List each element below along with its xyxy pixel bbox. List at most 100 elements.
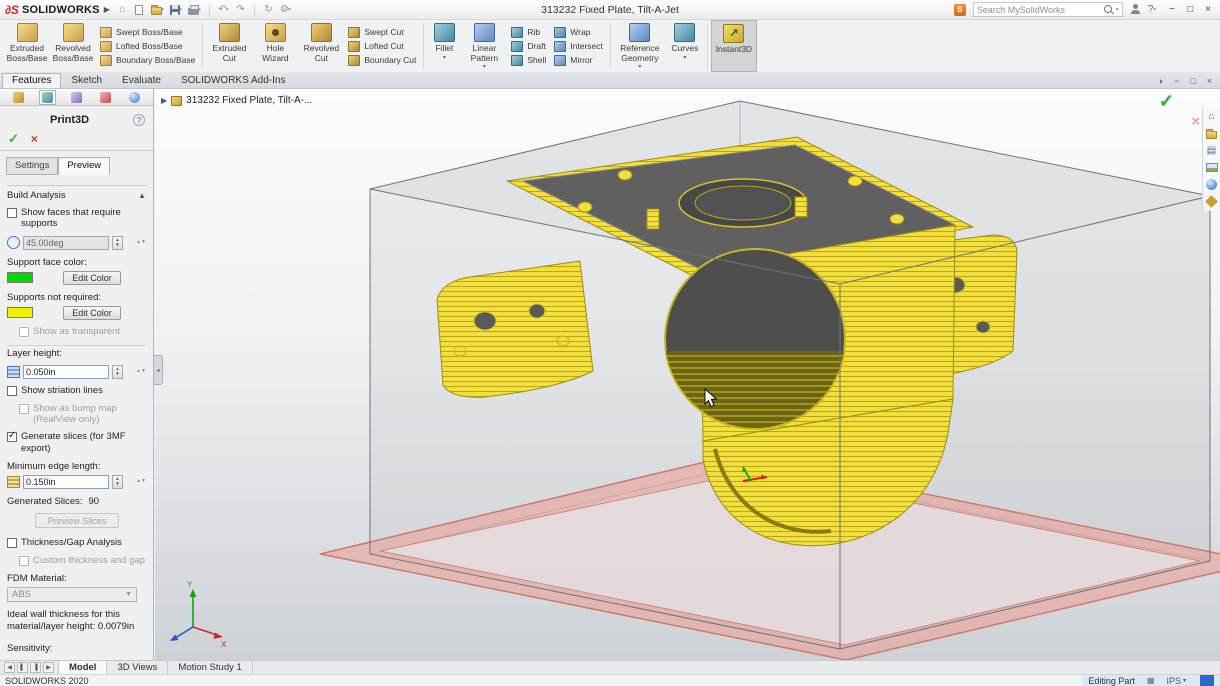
extruded-cut-button[interactable]: Extruded Cut — [206, 20, 252, 72]
print-button[interactable]: ▾ — [186, 2, 203, 18]
custom-thickness-row[interactable]: Custom thickness and gap — [19, 555, 146, 566]
maximize-button[interactable]: □ — [1187, 4, 1193, 15]
breadcrumb[interactable]: ▶ 313232 Fixed Plate, Tilt-A-... — [161, 95, 312, 106]
preview-slices-button[interactable]: Preview Slices — [35, 513, 119, 528]
document-maximize-button[interactable]: □ — [1190, 76, 1195, 86]
revolved-boss-button[interactable]: Revolved Boss/Base — [50, 20, 96, 72]
property-manager-tab[interactable] — [39, 90, 56, 105]
support-angle-spinner[interactable]: ▲▼ — [112, 236, 123, 250]
preview-tab[interactable]: Preview — [58, 157, 110, 175]
layer-height-input[interactable] — [23, 365, 109, 379]
confirmation-cancel-icon[interactable]: × — [1191, 113, 1200, 130]
reference-geometry-button[interactable]: Reference Geometry ▾ — [614, 20, 666, 72]
search-input[interactable]: Search MySolidWorks ▾ — [973, 2, 1123, 17]
wrap-button[interactable]: Wrap — [554, 27, 603, 38]
boundary-cut-button[interactable]: Boundary Cut — [348, 55, 416, 66]
edit-no-support-color-button[interactable]: Edit Color — [63, 306, 121, 320]
tab-motion-study[interactable]: Motion Study 1 — [168, 661, 252, 674]
user-account-icon[interactable] — [1130, 4, 1141, 15]
fdm-material-select[interactable]: ABS ▼ — [7, 587, 137, 602]
edit-support-color-button[interactable]: Edit Color — [63, 271, 121, 285]
open-button[interactable]: ▾ — [149, 2, 166, 18]
configuration-manager-tab[interactable] — [68, 90, 85, 105]
min-edge-stepper-icon[interactable]: ▲▼ — [136, 479, 146, 485]
swept-cut-button[interactable]: Swept Cut — [348, 27, 416, 38]
settings-tab[interactable]: Settings — [6, 157, 58, 175]
draft-button[interactable]: Draft — [511, 41, 546, 52]
solidworks-logo[interactable]: ∂S SOLIDWORKS ▶ — [5, 4, 110, 16]
generate-slices-checkbox[interactable] — [7, 432, 17, 442]
tab-sketch[interactable]: Sketch — [61, 73, 112, 88]
custom-properties-icon[interactable] — [1205, 195, 1218, 208]
split-right-icon[interactable]: ▐ — [30, 662, 41, 673]
support-angle-input[interactable] — [23, 236, 109, 250]
show-transparent-row[interactable]: Show as transparent — [19, 326, 146, 337]
design-library-icon[interactable] — [1206, 131, 1217, 139]
fillet-button[interactable]: Fillet ▾ — [427, 20, 461, 72]
dimxpert-manager-tab[interactable] — [97, 90, 114, 105]
help-button[interactable]: ?▾ — [1148, 4, 1157, 15]
options-button[interactable]: ⚙▾ — [278, 2, 293, 18]
close-button[interactable]: × — [1205, 4, 1211, 15]
panel-splitter-handle[interactable]: ◂ — [154, 355, 163, 385]
tab-evaluate[interactable]: Evaluate — [112, 73, 171, 88]
lofted-boss-button[interactable]: Lofted Boss/Base — [100, 41, 195, 52]
shell-button[interactable]: Shell — [511, 55, 546, 66]
bump-map-checkbox[interactable] — [19, 404, 29, 414]
document-minimize-button[interactable]: − — [1174, 76, 1179, 86]
min-edge-spinner[interactable]: ▲▼ — [112, 475, 123, 489]
status-corner-accent[interactable] — [1200, 675, 1214, 686]
new-document-button[interactable] — [132, 2, 147, 18]
undo-button[interactable]: ↶▾ — [216, 2, 231, 18]
extruded-boss-button[interactable]: Extruded Boss/Base — [4, 20, 50, 72]
search-caret-icon[interactable]: ▾ — [1116, 6, 1119, 13]
hole-wizard-button[interactable]: Hole Wizard — [252, 20, 298, 72]
collapse-caret-icon[interactable]: ▲ — [138, 191, 146, 200]
cancel-button[interactable]: × — [31, 133, 38, 145]
document-restore-icon[interactable]: ◑ — [1158, 76, 1163, 86]
linear-pattern-button[interactable]: Linear Pattern ▾ — [461, 20, 507, 72]
curves-button[interactable]: Curves ▾ — [666, 20, 704, 72]
document-close-button[interactable]: × — [1207, 76, 1212, 86]
tab-solidworks-addins[interactable]: SOLIDWORKS Add-Ins — [171, 73, 295, 88]
mysolidworks-icon[interactable] — [954, 4, 966, 16]
search-icon[interactable] — [1104, 5, 1114, 15]
save-button[interactable]: ▾ — [168, 2, 184, 18]
layer-height-stepper-icon[interactable]: ▲▼ — [136, 369, 146, 375]
panel-help-icon[interactable]: ? — [133, 114, 145, 126]
graphics-viewport[interactable]: Y X ▶ 313232 Fixed Plate, Tilt-A-... ↶ ▾… — [155, 89, 1220, 660]
support-angle-stepper-icon[interactable]: ▲▼ — [136, 240, 146, 246]
view-palette-icon[interactable] — [1206, 163, 1218, 172]
revolved-cut-button[interactable]: Revolved Cut — [298, 20, 344, 72]
solidworks-resources-icon[interactable]: ⌂ — [1208, 112, 1214, 122]
confirmation-ok-icon[interactable]: ✓ — [1159, 91, 1174, 112]
status-grid-icon[interactable]: ▦ — [1147, 676, 1155, 685]
appearances-scenes-icon[interactable] — [1206, 179, 1217, 190]
minimize-button[interactable]: − — [1169, 4, 1175, 15]
file-explorer-icon[interactable]: ▤ — [1207, 146, 1216, 156]
show-faces-checkbox-row[interactable]: Show faces that require supports — [7, 207, 146, 230]
generate-slices-row[interactable]: Generate slices (for 3MF export) — [7, 431, 146, 454]
ok-button[interactable]: ✓ — [8, 132, 19, 145]
min-edge-input[interactable] — [23, 475, 109, 489]
boundary-boss-button[interactable]: Boundary Boss/Base — [100, 55, 195, 66]
thickness-gap-checkbox[interactable] — [7, 538, 17, 548]
custom-thickness-checkbox[interactable] — [19, 556, 29, 566]
lofted-cut-button[interactable]: Lofted Cut — [348, 41, 416, 52]
rib-button[interactable]: Rib — [511, 27, 546, 38]
thickness-gap-row[interactable]: Thickness/Gap Analysis — [7, 537, 146, 548]
breadcrumb-caret-icon[interactable]: ▶ — [161, 96, 167, 105]
show-faces-checkbox[interactable] — [7, 208, 17, 218]
tab-model[interactable]: Model — [59, 661, 107, 674]
bump-map-row[interactable]: Show as bump map (RealView only) — [19, 403, 146, 426]
scroll-first-icon[interactable]: ◀ — [4, 662, 15, 673]
redo-button[interactable]: ↷ — [233, 2, 248, 18]
layer-height-spinner[interactable]: ▲▼ — [112, 365, 123, 379]
instant3d-button[interactable]: Instant3D — [711, 20, 757, 72]
swept-boss-button[interactable]: Swept Boss/Base — [100, 27, 195, 38]
scroll-last-icon[interactable]: ▶ — [43, 662, 54, 673]
tab-3d-views[interactable]: 3D Views — [107, 661, 168, 674]
home-button[interactable]: ⌂ — [115, 2, 130, 18]
tab-features[interactable]: Features — [2, 73, 61, 88]
show-transparent-checkbox[interactable] — [19, 327, 29, 337]
